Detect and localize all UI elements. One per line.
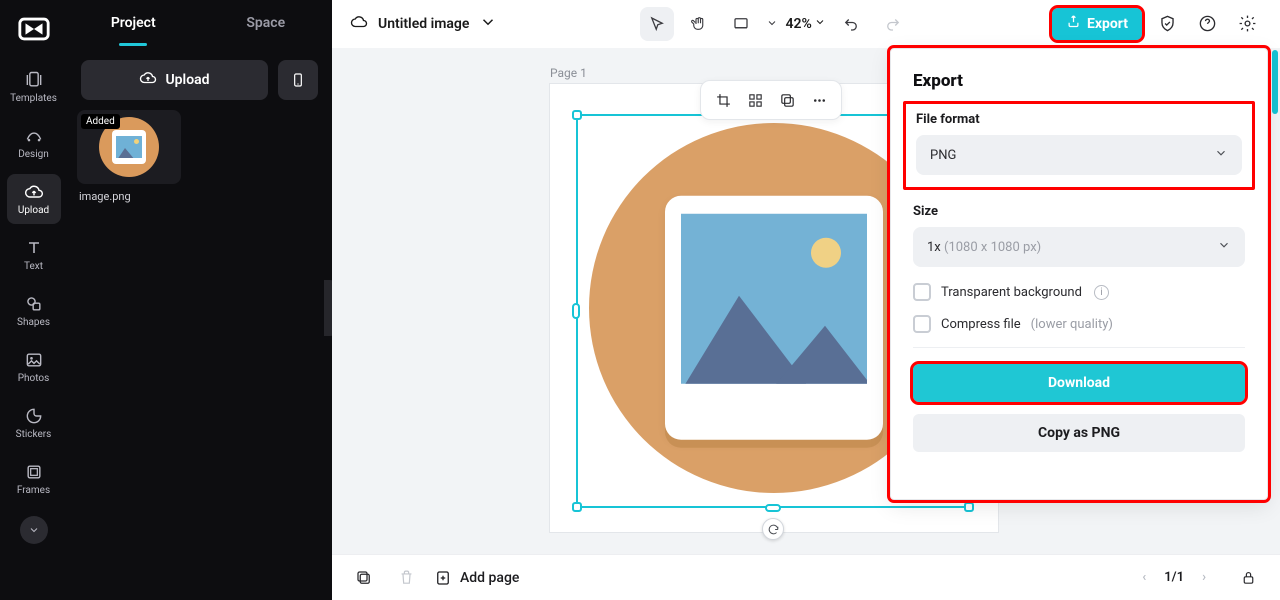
chevron-down-icon (1217, 238, 1231, 256)
chevron-down-icon[interactable] (766, 14, 778, 33)
crop-button[interactable] (709, 86, 737, 114)
app-logo[interactable] (17, 12, 51, 46)
gear-icon[interactable] (1232, 9, 1262, 39)
lock-button[interactable] (1234, 564, 1262, 592)
vertical-scrollbar[interactable] (1272, 48, 1278, 554)
undo-button[interactable] (834, 7, 868, 41)
asset-thumbnail[interactable]: Added (77, 110, 181, 184)
duplicate-page-button[interactable] (350, 564, 378, 592)
device-upload-button[interactable] (278, 60, 318, 100)
sidebar-item-label: Frames (17, 485, 50, 496)
compress-checkbox[interactable] (913, 315, 931, 333)
page-label: Page 1 (550, 66, 587, 80)
sidebar-item-design[interactable]: Design (7, 118, 61, 168)
duplicate-button[interactable] (773, 86, 801, 114)
export-icon (1066, 14, 1081, 33)
tab-project[interactable]: Project (67, 0, 200, 46)
size-label: Size (913, 204, 1245, 219)
compress-note: (lower quality) (1031, 317, 1113, 332)
resize-handle[interactable] (572, 110, 582, 120)
sidebar-item-label: Stickers (16, 429, 52, 440)
sidebar-item-photos[interactable]: Photos (7, 342, 61, 392)
divider (913, 347, 1245, 348)
resize-handle[interactable] (765, 504, 781, 512)
title-dropdown-icon[interactable] (479, 13, 497, 35)
chevron-down-icon[interactable] (814, 16, 826, 32)
asset-item[interactable]: Added image.png (77, 110, 181, 203)
size-dimensions: (1080 x 1080 px) (944, 240, 1041, 255)
tab-space[interactable]: Space (200, 0, 333, 46)
cloud-save-icon (350, 13, 368, 35)
add-page-button[interactable]: Add page (434, 569, 519, 587)
copy-button-label: Copy as PNG (1038, 425, 1120, 441)
more-options-button[interactable] (805, 86, 833, 114)
sidebar-item-label: Upload (18, 205, 49, 216)
resize-handle[interactable] (572, 502, 582, 512)
prev-page-button[interactable]: ‹ (1136, 566, 1152, 589)
transparent-bg-label: Transparent background (941, 285, 1082, 300)
delete-page-button (392, 564, 420, 592)
download-button[interactable]: Download (913, 364, 1245, 402)
download-button-label: Download (1048, 375, 1110, 391)
copy-as-png-button[interactable]: Copy as PNG (913, 414, 1245, 452)
add-page-icon (434, 569, 452, 587)
redo-button[interactable] (876, 7, 910, 41)
sidebar-item-shapes[interactable]: Shapes (7, 286, 61, 336)
file-format-label: File format (916, 112, 1242, 127)
sidebar-more-button[interactable] (20, 516, 48, 544)
sidebar-item-label: Text (24, 261, 43, 272)
export-button-label: Export (1087, 16, 1128, 32)
zoom-value[interactable]: 42% (786, 16, 812, 32)
project-title[interactable]: Untitled image (378, 16, 469, 32)
next-page-button[interactable]: › (1196, 566, 1212, 589)
help-icon[interactable] (1192, 9, 1222, 39)
export-button[interactable]: Export (1052, 8, 1142, 40)
sidebar-item-label: Photos (18, 373, 50, 384)
sidebar-item-label: Design (18, 149, 49, 160)
sidebar-item-label: Shapes (17, 317, 50, 328)
transparent-bg-checkbox[interactable] (913, 283, 931, 301)
size-prefix: 1x (927, 240, 941, 255)
cloud-upload-icon (139, 69, 157, 91)
rotate-handle[interactable] (762, 518, 784, 540)
sidebar-item-frames[interactable]: Frames (7, 454, 61, 504)
file-format-value: PNG (930, 148, 956, 163)
tool-artboard-button[interactable] (724, 7, 758, 41)
tab-label: Project (111, 15, 156, 31)
resize-handle[interactable] (964, 502, 974, 512)
resize-handle[interactable] (572, 303, 580, 319)
tab-label: Space (246, 15, 285, 31)
page-indicator: 1/1 (1164, 570, 1184, 585)
export-panel: Export File format PNG Size 1x (1080 x 1… (890, 48, 1268, 500)
chevron-down-icon (1214, 146, 1228, 164)
upload-button[interactable]: Upload (81, 60, 268, 100)
project-panel: Project Space Upload Added image.png (67, 0, 332, 600)
size-dropdown[interactable]: 1x (1080 x 1080 px) (913, 227, 1245, 267)
sidebar-item-upload[interactable]: Upload (7, 174, 61, 224)
add-page-label: Add page (460, 570, 519, 586)
file-format-dropdown[interactable]: PNG (916, 135, 1242, 175)
shield-icon[interactable] (1152, 9, 1182, 39)
sidebar-item-text[interactable]: Text (7, 230, 61, 280)
asset-filename: image.png (77, 190, 181, 203)
sidebar-item-templates[interactable]: Templates (7, 62, 61, 112)
info-icon[interactable]: i (1094, 285, 1109, 300)
sidebar-item-stickers[interactable]: Stickers (7, 398, 61, 448)
remove-bg-button[interactable] (741, 86, 769, 114)
tool-select-button[interactable] (640, 7, 674, 41)
floating-image-toolbar (700, 80, 842, 120)
export-panel-title: Export (913, 71, 1245, 91)
upload-button-label: Upload (165, 72, 209, 88)
asset-badge: Added (81, 114, 120, 129)
compress-label: Compress file (941, 317, 1021, 332)
phone-icon (290, 70, 306, 90)
sidebar-item-label: Templates (10, 93, 57, 104)
tool-hand-button[interactable] (682, 7, 716, 41)
